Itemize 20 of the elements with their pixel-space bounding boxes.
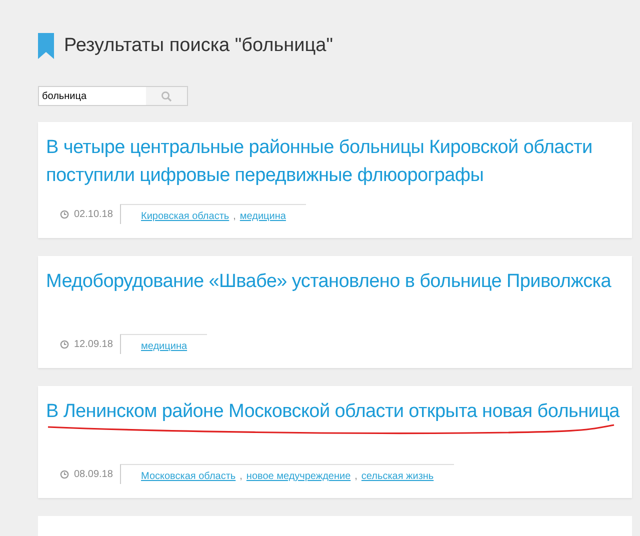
result-title-link[interactable]: Медоборудование «Швабе» установлено в больнице Приволжска — [46, 268, 611, 296]
tag-separator: , — [233, 210, 236, 224]
result-date: 02.10.18 — [74, 208, 113, 222]
result-title-link[interactable]: В четыре центральные районные больницы Кировской области поступили цифровые передвижные флюорографы — [46, 134, 624, 190]
tag-link[interactable]: новое медучреждение — [246, 469, 351, 484]
tag-link[interactable]: медицина — [141, 339, 188, 354]
tag-separator: , — [240, 470, 242, 484]
tag-link[interactable]: медицина — [240, 209, 286, 224]
tag-separator: , — [354, 470, 358, 484]
bookmark-icon — [38, 33, 54, 59]
clock-icon — [60, 470, 69, 478]
result-title-link[interactable]: В Ленинском районе Московской области открыта новая больница — [46, 398, 620, 426]
tag-link[interactable]: Кировская область — [141, 209, 230, 224]
clock-icon — [60, 210, 69, 218]
tag-link[interactable]: Московская область — [141, 469, 236, 484]
result-date: 08.09.18 — [74, 468, 113, 482]
clock-icon — [60, 340, 69, 348]
page-heading: Результаты поиска "больница" — [64, 34, 333, 58]
tag-link[interactable]: сельская жизнь — [361, 469, 434, 484]
result-date: 12.09.18 — [74, 338, 113, 352]
